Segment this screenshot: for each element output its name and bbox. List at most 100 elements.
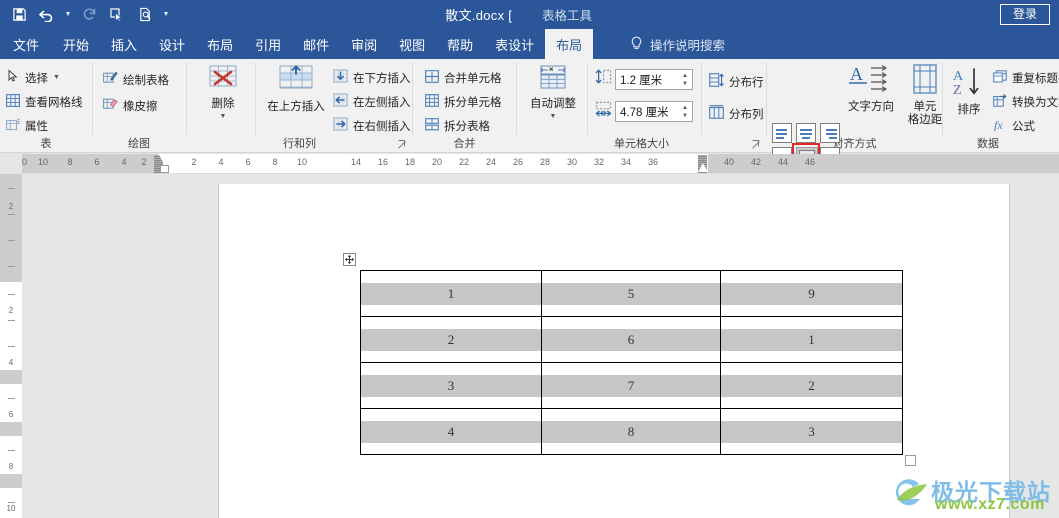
distribute-rows-button[interactable]: 分布行 bbox=[709, 71, 764, 92]
table-cell[interactable]: 3 bbox=[360, 362, 542, 409]
left-indent-square[interactable] bbox=[160, 165, 169, 173]
tell-me-search[interactable]: 操作说明搜索 bbox=[630, 29, 725, 59]
formula-button[interactable]: fx 公式 bbox=[993, 115, 1035, 136]
vertical-ruler[interactable]: 2 2 4 6 8 10 bbox=[0, 174, 22, 518]
sign-in-button[interactable]: 登录 bbox=[999, 4, 1050, 25]
table-cell[interactable]: 9 bbox=[720, 270, 903, 317]
chevron-down-icon[interactable]: ▼ bbox=[53, 74, 60, 81]
tab-mailings[interactable]: 邮件 bbox=[292, 29, 340, 59]
table-cell[interactable]: 2 bbox=[720, 362, 903, 409]
tab-insert[interactable]: 插入 bbox=[100, 29, 148, 59]
tab-help[interactable]: 帮助 bbox=[436, 29, 484, 59]
table-cell[interactable]: 8 bbox=[541, 408, 721, 455]
repeat-header-rows-button[interactable]: 重复标题行 bbox=[993, 67, 1059, 88]
table-cell[interactable]: 1 bbox=[360, 270, 542, 317]
undo-dropdown-caret[interactable]: ▼ bbox=[62, 2, 74, 27]
insert-right-button[interactable]: 在右侧插入 bbox=[333, 115, 411, 136]
delete-table-label: 删除 bbox=[211, 98, 235, 110]
tab-table-layout[interactable]: 布局 bbox=[545, 29, 594, 59]
tab-view[interactable]: 视图 bbox=[388, 29, 436, 59]
table-cell[interactable]: 5 bbox=[541, 270, 721, 317]
distribute-rows-icon bbox=[709, 73, 724, 90]
table-properties-button[interactable]: 属性 bbox=[6, 115, 48, 136]
table-row-height-spinner[interactable]: 1.2 厘米 ▲ ▼ bbox=[615, 69, 693, 90]
table-row[interactable]: 4 8 3 bbox=[360, 408, 903, 455]
text-direction-button[interactable]: A 文字方向 bbox=[843, 64, 899, 114]
paragraph-end-marker bbox=[905, 455, 916, 466]
table-cell[interactable]: 6 bbox=[541, 316, 721, 363]
insert-above-button[interactable]: 在上方插入 bbox=[261, 65, 331, 114]
view-gridlines-button[interactable]: 查看网格线 bbox=[6, 91, 83, 112]
touch-mouse-mode-icon[interactable] bbox=[104, 2, 130, 27]
group-label-table: 表 bbox=[40, 138, 52, 150]
ruler-tick: 4 bbox=[8, 358, 14, 367]
chevron-down-icon[interactable]: ▼ bbox=[550, 113, 557, 120]
document-canvas[interactable]: 1 5 9 2 6 1 3 7 2 4 8 3 bbox=[22, 174, 1059, 518]
ruler-tick: 40 bbox=[723, 157, 734, 167]
ribbon-group-cell-size: 自动调整 ▼ 1.2 厘米 ▲ ▼ 4.78 厘米 ▲ ▼ 分布行 分布列 单元… bbox=[517, 59, 766, 153]
table-cell[interactable]: 4 bbox=[360, 408, 542, 455]
distribute-columns-button[interactable]: 分布列 bbox=[709, 103, 764, 124]
split-table-button[interactable]: 拆分表格 bbox=[425, 115, 490, 136]
cell-size-dialog-launcher[interactable] bbox=[751, 140, 762, 151]
table-column-width-spinner[interactable]: 4.78 厘米 ▲ ▼ bbox=[615, 101, 693, 122]
table-row-height-value: 1.2 厘米 bbox=[620, 74, 663, 87]
tab-references[interactable]: 引用 bbox=[244, 29, 292, 59]
autofit-icon bbox=[536, 65, 570, 97]
table-cell-text: 5 bbox=[542, 282, 720, 305]
delete-table-button[interactable]: 删除 ▼ bbox=[197, 65, 249, 120]
first-line-indent-marker[interactable] bbox=[159, 155, 169, 164]
align-top-left-button[interactable] bbox=[772, 123, 792, 143]
table-cell[interactable]: 1 bbox=[720, 316, 903, 363]
table-cell[interactable]: 7 bbox=[541, 362, 721, 409]
table-cell[interactable]: 3 bbox=[720, 408, 903, 455]
hanging-indent-marker[interactable] bbox=[698, 163, 708, 172]
table-row[interactable]: 1 5 9 bbox=[360, 270, 903, 317]
select-button[interactable]: 选择 ▼ bbox=[6, 67, 60, 88]
rows-columns-dialog-launcher[interactable] bbox=[397, 140, 408, 151]
ruler-minor-tick bbox=[8, 502, 15, 503]
repeat-header-rows-icon bbox=[993, 70, 1007, 86]
ribbon-group-data: A Z 排序 重复标题行 bbox=[943, 59, 1059, 153]
align-top-right-button[interactable] bbox=[820, 123, 840, 143]
insert-right-label: 在右侧插入 bbox=[353, 120, 411, 133]
row-height-stepper[interactable]: ▲ ▼ bbox=[678, 70, 692, 89]
align-top-center-button[interactable] bbox=[796, 123, 816, 143]
print-preview-icon[interactable] bbox=[132, 2, 158, 27]
customize-qat-icon[interactable]: ▼ bbox=[160, 2, 172, 27]
save-icon[interactable] bbox=[6, 2, 32, 27]
tab-table-design[interactable]: 表设计 bbox=[484, 29, 545, 59]
table-cell[interactable]: 2 bbox=[360, 316, 542, 363]
table-row[interactable]: 3 7 2 bbox=[360, 362, 903, 409]
tab-layout[interactable]: 布局 bbox=[196, 29, 244, 59]
ruler-tick: 2 bbox=[8, 306, 14, 315]
convert-to-text-button[interactable]: 转换为文本 bbox=[993, 91, 1059, 112]
tab-home[interactable]: 开始 bbox=[52, 29, 100, 59]
eraser-button[interactable]: 橡皮擦 bbox=[103, 95, 158, 116]
insert-right-icon bbox=[333, 117, 348, 134]
tab-design[interactable]: 设计 bbox=[148, 29, 196, 59]
ruler-tick: 28 bbox=[539, 157, 550, 167]
ribbon-tabs: 文件 开始 插入 设计 布局 引用 邮件 审阅 视图 帮助 表设计 布局 bbox=[0, 29, 594, 59]
draw-table-button[interactable]: 绘制表格 bbox=[103, 69, 169, 90]
svg-text:A: A bbox=[953, 69, 964, 84]
ruler-tick: 22 bbox=[458, 157, 469, 167]
insert-below-button[interactable]: 在下方插入 bbox=[333, 67, 411, 88]
undo-icon[interactable] bbox=[34, 2, 60, 27]
split-cells-button[interactable]: 拆分单元格 bbox=[425, 91, 502, 112]
horizontal-ruler[interactable]: 10 8 6 4 2 2 4 6 8 10 10 14 16 18 20 22 … bbox=[22, 154, 1059, 174]
table-row[interactable]: 2 6 1 bbox=[360, 316, 903, 363]
tab-review[interactable]: 审阅 bbox=[340, 29, 388, 59]
autofit-button[interactable]: 自动调整 ▼ bbox=[525, 65, 581, 120]
merge-cells-button[interactable]: 合并单元格 bbox=[425, 67, 502, 88]
tab-file[interactable]: 文件 bbox=[0, 29, 52, 59]
ruler-tick: 8 bbox=[67, 157, 73, 167]
table-move-handle[interactable] bbox=[343, 253, 356, 266]
column-width-stepper[interactable]: ▲ ▼ bbox=[678, 102, 692, 121]
insert-left-button[interactable]: 在左侧插入 bbox=[333, 91, 411, 112]
sort-button[interactable]: A Z 排序 bbox=[949, 67, 989, 117]
ruler-tick: 20 bbox=[431, 157, 442, 167]
chevron-down-icon[interactable]: ▼ bbox=[220, 113, 227, 120]
document-table[interactable]: 1 5 9 2 6 1 3 7 2 4 8 3 bbox=[360, 270, 903, 455]
cell-margins-button[interactable]: 单元 格边距 bbox=[903, 64, 947, 127]
